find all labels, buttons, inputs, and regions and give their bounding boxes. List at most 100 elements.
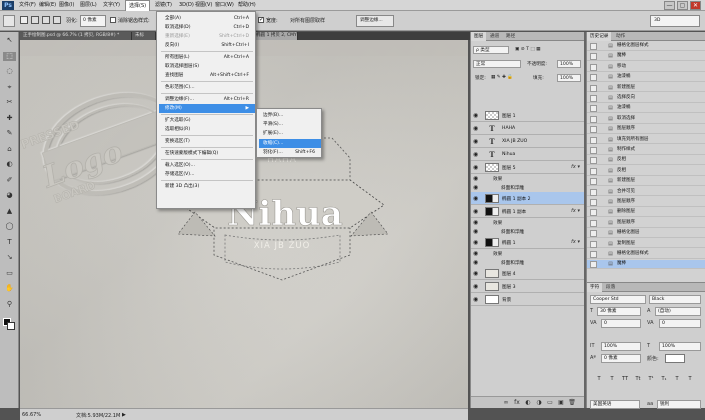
new-selection-icon[interactable] (20, 16, 28, 24)
fill-input[interactable]: 100% (557, 74, 581, 82)
fx-icon[interactable]: fx ▾ (571, 239, 580, 245)
tool-8[interactable]: ◐ (3, 160, 16, 169)
kerning-input[interactable]: 0 (601, 319, 641, 328)
history-item[interactable]: ▤ 油漆桶 (587, 104, 705, 114)
modify-submenu-item[interactable]: 边界(B)... (259, 111, 321, 120)
select-menu-item[interactable]: 全部(A) Ctrl+A (159, 14, 255, 23)
history-item[interactable]: ▤ 删除图层 (587, 208, 705, 218)
history-checkbox[interactable] (590, 53, 597, 61)
select-menu-item[interactable]: 载入选区(O)... (159, 161, 255, 170)
modify-submenu-item[interactable]: 收缩(C)... (259, 138, 321, 148)
tool-4[interactable]: ✂ (3, 98, 16, 107)
layer-effect-row[interactable]: 斜面和浮雕 ◉ (471, 227, 585, 236)
eye-icon[interactable]: ◉ (473, 113, 480, 119)
select-menu-item[interactable]: 扩大选取(G) (159, 116, 255, 125)
tab-actions[interactable]: 动作 (613, 32, 628, 41)
select-menu-item[interactable]: 所有图层(L) Alt+Ctrl+A (159, 53, 255, 62)
menu-9[interactable]: 窗口(W) (212, 0, 237, 11)
history-checkbox[interactable] (590, 219, 597, 227)
select-menu-item[interactable]: 选取相似(R) (159, 125, 255, 134)
layers-toolbar-icon[interactable]: 🗑 (567, 399, 577, 407)
tool-2[interactable]: ◌ (3, 67, 16, 76)
tool-14[interactable]: ↘ (3, 253, 16, 262)
history-checkbox[interactable] (590, 261, 597, 269)
history-checkbox[interactable] (590, 230, 597, 238)
history-item[interactable]: ▤ 填充到所有图层 (587, 136, 705, 145)
sample-all-layers-checkbox[interactable]: ✓ (258, 17, 264, 23)
history-checkbox[interactable] (590, 115, 597, 123)
eye-icon[interactable]: ◉ (473, 271, 480, 277)
history-item[interactable]: ▤ 油漆桶 (587, 73, 705, 83)
layer-row[interactable]: ◉ 椭圆 1 副本 2 (471, 192, 585, 205)
tool-15[interactable]: ▭ (3, 269, 16, 278)
history-item[interactable]: ▤ 移动 (587, 63, 705, 72)
select-menu-item[interactable]: 调整边缘(F)... Alt+Ctrl+R (159, 95, 255, 104)
layer-effect-row[interactable]: 效果 ◉ (471, 218, 585, 227)
history-checkbox[interactable] (590, 251, 597, 258)
history-item[interactable]: ▤ 图层顺序 (587, 198, 705, 207)
eye-icon[interactable]: ◉ (473, 139, 480, 145)
layer-row[interactable]: ◉ T HAHA (471, 122, 585, 135)
history-item[interactable]: ▤ 合并可见 (587, 188, 705, 197)
history-item[interactable]: ▤ 复制图层 (587, 240, 705, 249)
minimize-button[interactable]: — (664, 1, 675, 10)
menu-6[interactable]: 滤镜(T) (152, 0, 175, 11)
layer-effect-row[interactable]: 斜面和浮雕 ◉ (471, 183, 585, 192)
layer-row[interactable]: ◉ T Nihua (471, 148, 585, 161)
history-checkbox[interactable] (590, 95, 597, 102)
text-style-button[interactable]: T₁ (659, 375, 669, 384)
add-selection-icon[interactable] (31, 16, 39, 24)
tab-layers[interactable]: 图层 (471, 32, 487, 41)
font-size-input[interactable]: 30 像素 (597, 307, 641, 316)
effect-eye-icon[interactable]: ◉ (473, 176, 480, 182)
layer-effect-row[interactable]: 斜面和浮雕 ◉ (471, 258, 585, 267)
close-button[interactable]: ✕ (690, 1, 701, 10)
tool-12[interactable]: ◯ (3, 222, 16, 231)
select-menu-item[interactable]: 取消选择图层(S) (159, 62, 255, 71)
effect-eye-icon[interactable]: ◉ (473, 220, 480, 226)
history-checkbox[interactable] (590, 74, 597, 82)
modify-submenu-item[interactable]: 平滑(S)... (259, 120, 321, 129)
workspace-select[interactable]: 3D (650, 15, 700, 27)
layer-effect-row[interactable]: 效果 ◉ (471, 174, 585, 183)
antialias-checkbox[interactable] (110, 17, 116, 23)
fx-icon[interactable]: fx ▾ (571, 164, 580, 170)
select-menu-item[interactable]: 新建 3D 凸出(3) (159, 182, 255, 191)
select-menu-item[interactable]: 反向(I) Shift+Ctrl+I (159, 41, 255, 50)
history-checkbox[interactable] (590, 157, 597, 165)
layer-row[interactable]: ◉ 椭圆 1 fx ▾ (471, 236, 585, 249)
select-menu-item[interactable]: 色彩范围(C)... (159, 83, 255, 92)
history-checkbox[interactable] (590, 136, 597, 144)
eye-icon[interactable]: ◉ (473, 126, 480, 132)
history-checkbox[interactable] (590, 84, 597, 92)
history-item[interactable]: ▤ 新建图层 (587, 177, 705, 187)
effect-eye-icon[interactable]: ◉ (473, 229, 480, 235)
tool-6[interactable]: ✎ (3, 129, 16, 138)
history-checkbox[interactable] (590, 126, 597, 134)
text-style-button[interactable]: T (685, 375, 695, 384)
menu-3[interactable]: 图层(L) (77, 0, 100, 11)
opacity-input[interactable]: 100% (557, 60, 581, 68)
blend-mode-select[interactable]: 正常 (473, 60, 521, 68)
subtract-selection-icon[interactable] (42, 16, 50, 24)
vertical-scale-input[interactable]: 100% (601, 342, 641, 351)
tool-13[interactable]: T (3, 238, 16, 247)
tab-character[interactable]: 字符 (587, 283, 603, 292)
menu-5[interactable]: 选择(S) (125, 0, 151, 11)
background-color-swatch[interactable] (7, 322, 15, 330)
history-checkbox[interactable] (590, 209, 597, 217)
feather-input[interactable]: 0 像素 (80, 15, 106, 27)
text-color-swatch[interactable] (665, 354, 685, 363)
layer-filter-select[interactable]: ρ 类型 (473, 46, 509, 54)
tool-9[interactable]: ✐ (3, 176, 16, 185)
tool-10[interactable]: ◕ (3, 191, 16, 200)
text-style-button[interactable]: TT (620, 375, 630, 384)
tab-channels[interactable]: 通道 (487, 32, 502, 41)
refine-edge-button[interactable]: 调整边缘... (356, 15, 394, 27)
effect-eye-icon[interactable]: ◉ (473, 185, 480, 191)
eye-icon[interactable]: ◉ (473, 297, 480, 303)
layers-toolbar-icon[interactable]: ▣ (556, 399, 566, 407)
history-item[interactable]: ▤ 制作样式 (587, 146, 705, 155)
font-family-select[interactable]: Cooper Std (590, 295, 646, 304)
zoom-readout[interactable]: 66.67% (22, 412, 41, 418)
